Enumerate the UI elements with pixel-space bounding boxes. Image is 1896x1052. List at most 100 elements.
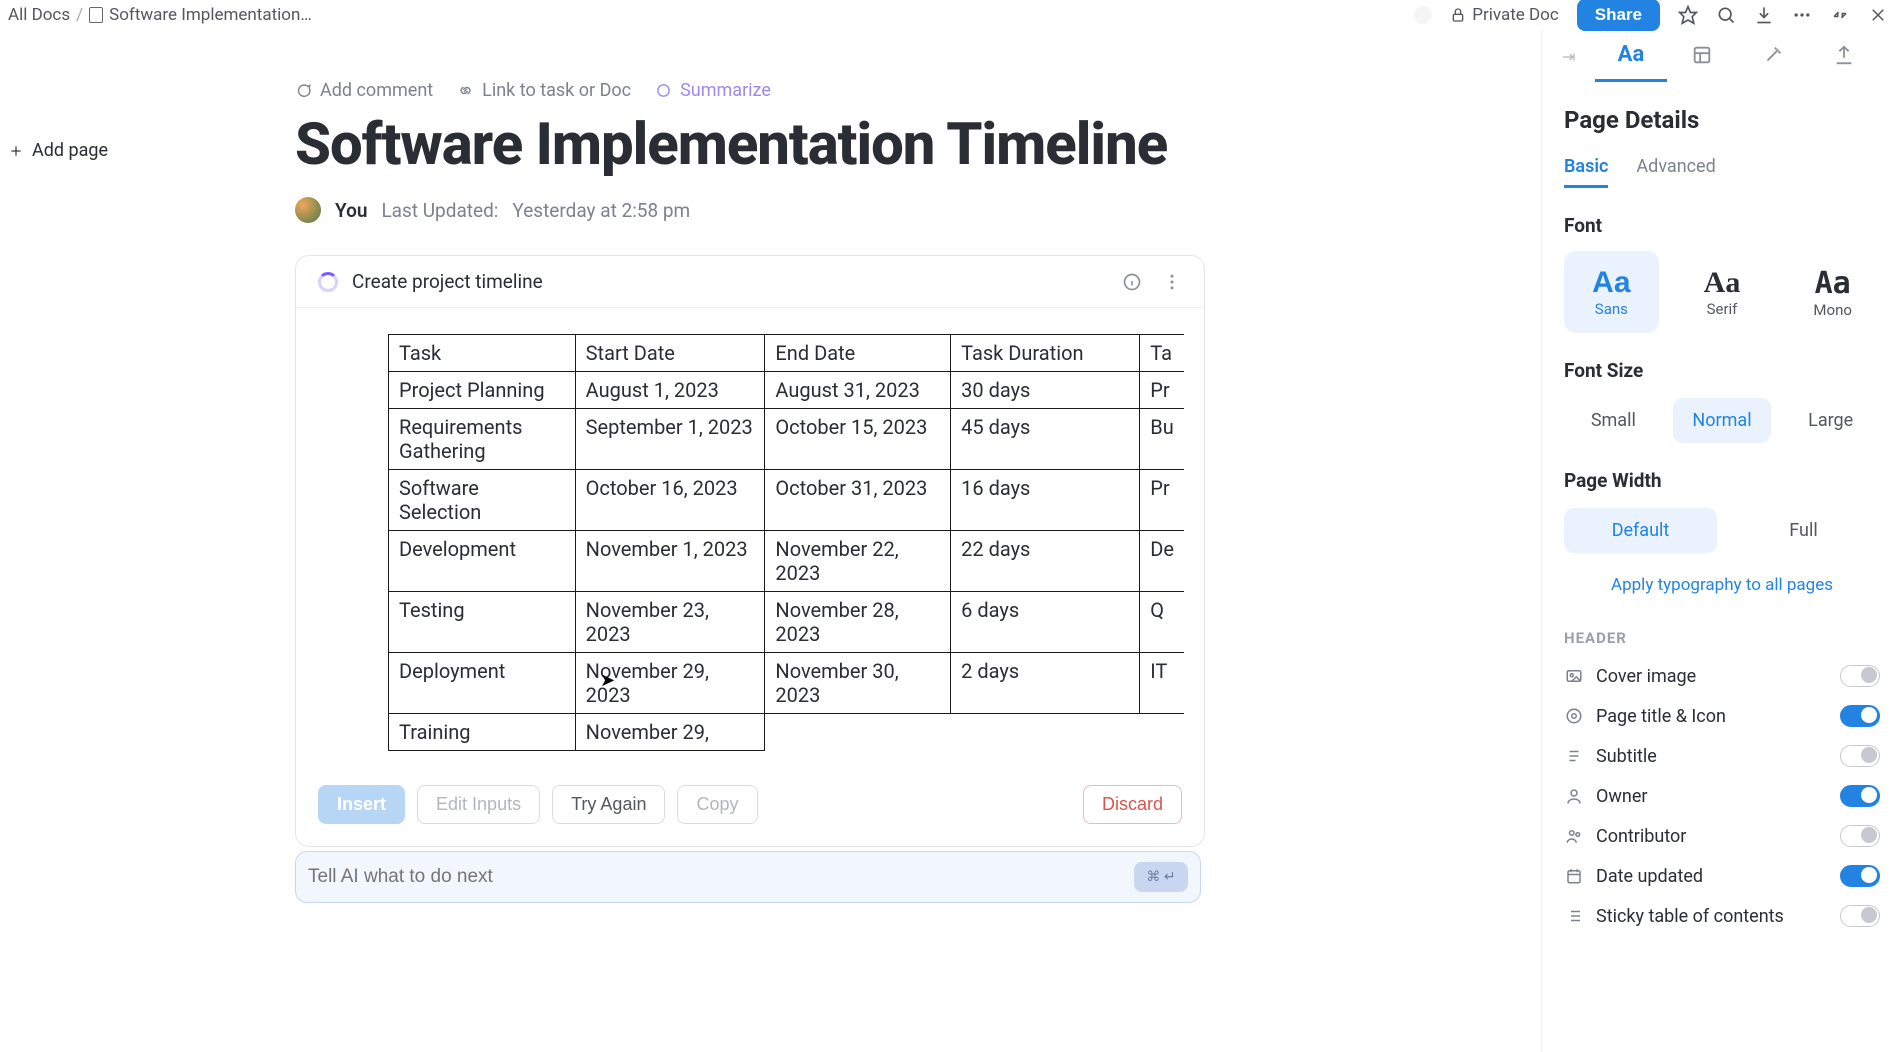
apply-typography-link[interactable]: Apply typography to all pages	[1564, 575, 1880, 595]
table-row[interactable]: DeploymentNovember 29, 2023November 30, …	[389, 653, 1185, 714]
cell-last: De	[1140, 531, 1184, 592]
cell-end	[765, 714, 951, 751]
doc-icon	[89, 7, 103, 23]
privacy-label: Private Doc	[1472, 5, 1559, 25]
page-meta: You Last Updated: Yesterday at 2:58 pm	[295, 197, 1541, 223]
collapse-icon[interactable]	[1830, 5, 1850, 25]
panel-icon-tabs: ⇥ Aa	[1542, 30, 1880, 82]
table-row[interactable]: DevelopmentNovember 1, 2023November 22, …	[389, 531, 1185, 592]
ai-send-button[interactable]: ⌘ ↵	[1134, 862, 1188, 892]
toggle-title-icon[interactable]	[1840, 705, 1880, 727]
copy-button[interactable]: Copy	[677, 785, 757, 824]
search-icon[interactable]	[1716, 5, 1736, 25]
tab-template[interactable]	[1667, 30, 1738, 82]
breadcrumb-current[interactable]: Software Implementation…	[109, 5, 312, 25]
font-mono[interactable]: AaMono	[1785, 251, 1880, 333]
cell-dur	[951, 714, 1140, 751]
opt-cover-image: Cover image	[1564, 665, 1880, 687]
tab-advanced[interactable]: Advanced	[1636, 156, 1715, 188]
cell-end: October 15, 2023	[765, 409, 951, 470]
try-again-button[interactable]: Try Again	[552, 785, 665, 824]
ai-followup-input[interactable]	[308, 866, 1012, 888]
width-full[interactable]: Full	[1727, 508, 1880, 553]
th-end: End Date	[765, 335, 951, 372]
font-serif[interactable]: AaSerif	[1675, 251, 1770, 333]
toggle-date-updated[interactable]	[1840, 865, 1880, 887]
image-icon	[1564, 666, 1584, 686]
size-normal[interactable]: Normal	[1673, 398, 1772, 443]
tab-export[interactable]	[1809, 30, 1880, 82]
document-content: Add comment Link to task or Doc Summariz…	[225, 30, 1541, 1052]
indent-icon[interactable]: ⇥	[1542, 30, 1595, 82]
last-updated-label: Last Updated:	[381, 199, 498, 222]
cell-last: Q	[1140, 592, 1184, 653]
presence-icon[interactable]	[1414, 6, 1432, 24]
timeline-table[interactable]: Task Start Date End Date Task Duration T…	[388, 334, 1184, 751]
opt-title-icon: Page title & Icon	[1564, 705, 1880, 727]
link-task-button[interactable]: Link to task or Doc	[457, 80, 631, 101]
cell-last	[1140, 714, 1184, 751]
table-row[interactable]: Software SelectionOctober 16, 2023Octobe…	[389, 470, 1185, 531]
cell-last: IT	[1140, 653, 1184, 714]
toggle-cover[interactable]	[1840, 665, 1880, 687]
author-label: You	[335, 199, 367, 222]
share-button[interactable]: Share	[1577, 0, 1660, 31]
cell-end: November 22, 2023	[765, 531, 951, 592]
opt-label: Subtitle	[1596, 746, 1657, 767]
aa-icon: Aa	[1592, 266, 1630, 300]
edit-inputs-button[interactable]: Edit Inputs	[417, 785, 540, 824]
font-section-label: Font	[1564, 214, 1880, 237]
cell-task: Requirements Gathering	[389, 409, 576, 470]
cell-start: November 1, 2023	[575, 531, 765, 592]
width-default[interactable]: Default	[1564, 508, 1717, 553]
tab-basic[interactable]: Basic	[1564, 156, 1608, 188]
download-icon[interactable]	[1754, 5, 1774, 25]
top-bar: All Docs / Software Implementation… Priv…	[0, 0, 1896, 30]
more-icon[interactable]	[1792, 5, 1812, 25]
opt-contributor: Contributor	[1564, 825, 1880, 847]
insert-button[interactable]: Insert	[318, 785, 405, 824]
cell-end: November 30, 2023	[765, 653, 951, 714]
opt-label: Owner	[1596, 786, 1648, 807]
tab-ai[interactable]	[1738, 30, 1809, 82]
opt-label: Cover image	[1596, 666, 1696, 687]
cell-task: Project Planning	[389, 372, 576, 409]
toggle-contributor[interactable]	[1840, 825, 1880, 847]
header-section-label: HEADER	[1564, 629, 1880, 647]
star-icon[interactable]	[1678, 5, 1698, 25]
side-panel: ⇥ Aa Page Details Basic Advanced Font Aa…	[1541, 30, 1896, 1052]
breadcrumb-root[interactable]: All Docs	[8, 5, 70, 25]
add-comment-button[interactable]: Add comment	[295, 80, 433, 101]
toggle-subtitle[interactable]	[1840, 745, 1880, 767]
opt-subtitle: Subtitle	[1564, 745, 1880, 767]
table-header-row: Task Start Date End Date Task Duration T…	[389, 335, 1185, 372]
table-row[interactable]: TestingNovember 23, 2023November 28, 202…	[389, 592, 1185, 653]
privacy-badge[interactable]: Private Doc	[1450, 5, 1559, 25]
cell-dur: 30 days	[951, 372, 1140, 409]
table-row[interactable]: Requirements GatheringSeptember 1, 2023O…	[389, 409, 1185, 470]
toggle-sticky-toc[interactable]	[1840, 905, 1880, 927]
th-start: Start Date	[575, 335, 765, 372]
panel-title: Page Details	[1564, 106, 1880, 134]
font-sans[interactable]: AaSans	[1564, 251, 1659, 333]
kebab-icon[interactable]	[1162, 272, 1182, 292]
people-icon	[1564, 826, 1584, 846]
size-small[interactable]: Small	[1564, 398, 1663, 443]
info-icon[interactable]	[1122, 272, 1142, 292]
avatar[interactable]	[295, 197, 321, 223]
table-row[interactable]: TrainingNovember 29,	[389, 714, 1185, 751]
cell-last: Pr	[1140, 372, 1184, 409]
breadcrumb-separator: /	[76, 5, 83, 25]
summarize-button[interactable]: Summarize	[655, 80, 771, 101]
tab-typography[interactable]: Aa	[1595, 30, 1666, 82]
add-page-button[interactable]: Add page	[8, 140, 217, 161]
font-label: Mono	[1813, 301, 1852, 319]
discard-button[interactable]: Discard	[1083, 785, 1182, 824]
size-large[interactable]: Large	[1781, 398, 1880, 443]
toggle-owner[interactable]	[1840, 785, 1880, 807]
table-row[interactable]: Project PlanningAugust 1, 2023August 31,…	[389, 372, 1185, 409]
close-icon[interactable]	[1868, 5, 1888, 25]
page-title[interactable]: Software Implementation Timeline	[295, 111, 1541, 179]
list-icon	[1564, 906, 1584, 926]
cell-dur: 16 days	[951, 470, 1140, 531]
